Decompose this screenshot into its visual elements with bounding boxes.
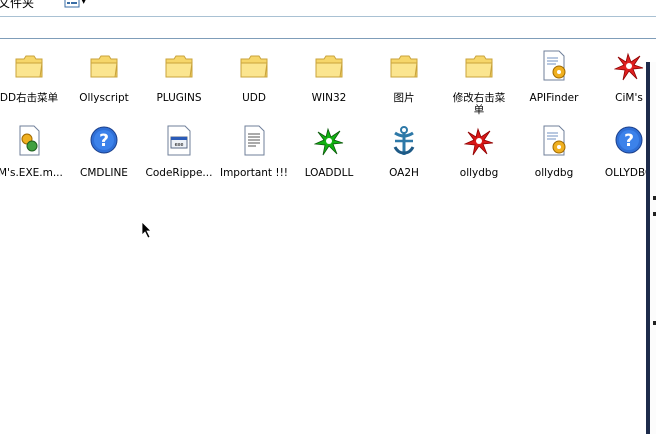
item-label: Important !!! [219, 167, 289, 179]
folder-icon [240, 55, 268, 78]
item-label: iM's.EXE.m... [0, 167, 63, 179]
item-label: LOADDLL [304, 167, 354, 179]
item-label: APIFinder [529, 92, 579, 104]
item-label: ollydbg [459, 167, 499, 179]
views-icon[interactable] [64, 0, 80, 8]
item-label: ollydbg [534, 167, 574, 179]
folder-icon [165, 55, 193, 78]
item-label: CMDLINE [80, 167, 128, 179]
chevron-down-icon[interactable]: ▼ [81, 0, 86, 5]
oa2h-icon [393, 126, 415, 155]
config-file-icon [543, 125, 566, 156]
folder-icon [90, 55, 118, 78]
help-icon: ? [90, 126, 118, 154]
folder-icon [315, 55, 343, 78]
item-label: 修改右击菜 单 [452, 92, 506, 116]
text-document-icon [244, 125, 265, 156]
folders-button[interactable]: 文件夹 [0, 0, 34, 11]
file-list-view[interactable]: DD右击菜单 Ollyscript PLUGINS UDD WIN32 图片 修… [0, 39, 653, 434]
svg-text:?: ? [624, 131, 634, 151]
item-label: WIN32 [311, 92, 347, 104]
address-band [0, 17, 656, 37]
item-label: DD右击菜单 [0, 92, 59, 104]
folder-icon [465, 55, 493, 78]
mouse-cursor-icon [141, 221, 152, 239]
folder-icon [390, 55, 418, 78]
svg-text:?: ? [99, 131, 109, 151]
item-label: UDD [242, 92, 266, 104]
item-label: OA2H [389, 167, 419, 179]
manifest-file-icon [19, 125, 40, 156]
svg-text:exe: exe [175, 142, 184, 148]
item-label: Ollyscript [79, 92, 129, 104]
background-window-edge [646, 62, 656, 434]
item-label: CodeRippe... [145, 167, 213, 179]
app-window-icon: exe [167, 125, 191, 156]
red-splat-icon [614, 52, 644, 81]
item-label: 图片 [393, 92, 415, 104]
item-label: PLUGINS [156, 92, 202, 104]
toolbar: 文件夹 ▼ [0, 0, 656, 16]
green-splat-icon [314, 127, 344, 156]
config-file-icon [543, 50, 566, 81]
help-icon: ? [615, 126, 643, 154]
red-splat-icon [464, 127, 494, 156]
folder-icon [15, 55, 43, 78]
